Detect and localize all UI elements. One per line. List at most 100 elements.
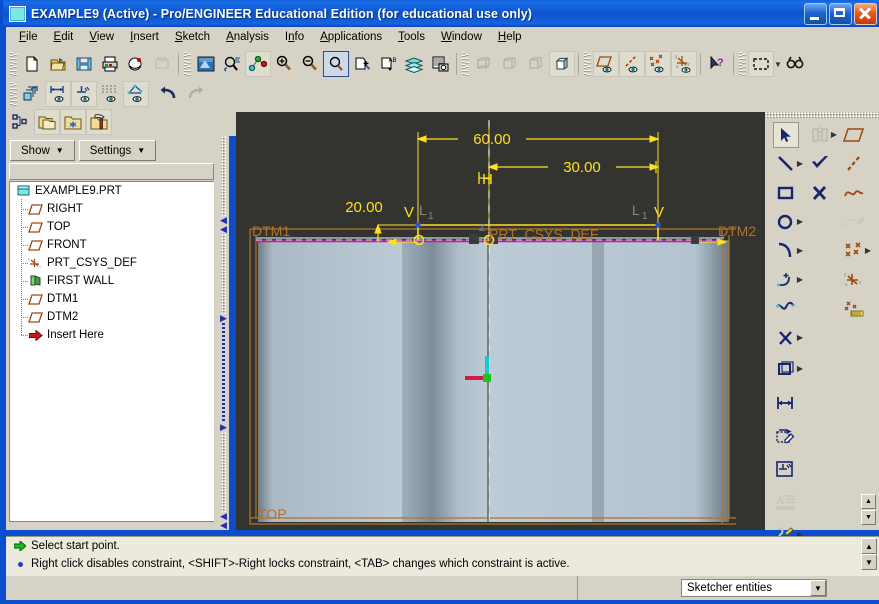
drag-center-icon[interactable] xyxy=(245,51,271,77)
scroll-down-button[interactable]: ▼ xyxy=(861,510,876,525)
chevron-left-icon[interactable]: ◀ xyxy=(220,521,227,530)
tree-item-dtm1[interactable]: DTM1 xyxy=(10,290,214,308)
toolbar-grip[interactable] xyxy=(739,52,746,76)
hidden-line-icon[interactable] xyxy=(497,51,523,77)
zoom-out-icon[interactable] xyxy=(297,51,323,77)
print-preview-icon[interactable] xyxy=(149,51,175,77)
tree-item-insert-here[interactable]: Insert Here xyxy=(10,326,214,344)
shaded-icon[interactable] xyxy=(549,51,575,77)
conic-tool-icon[interactable] xyxy=(773,296,799,322)
layers-icon[interactable] xyxy=(401,51,427,77)
zoom-in-icon[interactable] xyxy=(271,51,297,77)
datum-plane-display-icon[interactable] xyxy=(593,51,619,77)
toolbar-grip[interactable] xyxy=(184,52,191,76)
select-tool-icon[interactable] xyxy=(773,122,799,148)
chevron-right-icon[interactable]: ▶ xyxy=(220,423,227,432)
toolbar-grip[interactable] xyxy=(462,52,469,76)
constraint-tool-icon[interactable] xyxy=(773,456,799,482)
copy-feature-icon[interactable] xyxy=(34,109,60,135)
model-view[interactable]: 60.00 30.00 20.00 xyxy=(236,112,765,530)
chevron-down-icon[interactable]: ▼ xyxy=(774,51,782,77)
tree-item-top[interactable]: TOP xyxy=(10,218,214,236)
no-hidden-icon[interactable] xyxy=(523,51,549,77)
tree-item-dtm2[interactable]: DTM2 xyxy=(10,308,214,326)
tree-item-example9-prt[interactable]: EXAMPLE9.PRT xyxy=(10,182,214,200)
arc-tool-icon[interactable] xyxy=(773,238,799,264)
line-tool-icon[interactable] xyxy=(773,151,799,177)
sketch-point-dim-icon[interactable] xyxy=(841,296,867,322)
open-file-icon[interactable] xyxy=(45,51,71,77)
spline-tool-icon[interactable] xyxy=(841,180,867,206)
dimension-tool-icon[interactable] xyxy=(773,390,799,416)
menu-item-tools[interactable]: Tools xyxy=(390,29,433,45)
tree-item-front[interactable]: FRONT xyxy=(10,236,214,254)
wireframe-icon[interactable] xyxy=(471,51,497,77)
redo-icon[interactable] xyxy=(182,81,208,107)
build-feature-icon[interactable] xyxy=(86,109,112,135)
show-button[interactable]: Show ▼ xyxy=(10,140,75,161)
message-scroll-up[interactable]: ▲ xyxy=(861,538,877,554)
chevron-left-icon[interactable]: ◀ xyxy=(220,225,227,234)
settings-button[interactable]: Settings ▼ xyxy=(79,140,156,161)
send-mail-icon[interactable] xyxy=(123,51,149,77)
repaint-icon[interactable] xyxy=(193,51,219,77)
use-edge-icon[interactable] xyxy=(841,209,867,235)
feature-tree-icon[interactable] xyxy=(8,109,34,135)
menu-item-view[interactable]: View xyxy=(81,29,122,45)
tree-graphics-splitter[interactable]: ◀ ◀ ▶ ▶ ◀ ◀ xyxy=(218,136,229,530)
close-button[interactable] xyxy=(854,3,877,25)
menu-item-info[interactable]: Info xyxy=(277,29,312,45)
rectangle-tool-icon[interactable] xyxy=(773,180,799,206)
vertex-display-icon[interactable] xyxy=(123,81,149,107)
modify-tool-icon[interactable] xyxy=(773,423,799,449)
centerline-tool-icon[interactable] xyxy=(841,151,867,177)
maximize-button[interactable] xyxy=(829,3,852,25)
constraint-display-icon[interactable] xyxy=(71,81,97,107)
datum-csys-display-icon[interactable]: yxz xyxy=(671,51,697,77)
done-check-icon[interactable] xyxy=(807,151,833,177)
print-icon[interactable] xyxy=(97,51,123,77)
menu-item-edit[interactable]: Edit xyxy=(46,29,82,45)
point-tool-icon[interactable] xyxy=(841,238,867,264)
menu-item-sketch[interactable]: Sketch xyxy=(167,29,218,45)
scroll-up-button[interactable]: ▲ xyxy=(861,494,876,509)
model-player-icon[interactable] xyxy=(427,51,453,77)
create-datum-plane-icon[interactable] xyxy=(841,122,867,148)
trim-tool-icon[interactable] xyxy=(773,325,799,351)
mirror-tool-icon[interactable] xyxy=(807,122,833,148)
menu-item-analysis[interactable]: Analysis xyxy=(218,29,277,45)
menu-item-applications[interactable]: Applications xyxy=(312,29,390,45)
datum-point-display-icon[interactable] xyxy=(645,51,671,77)
saved-views-icon[interactable] xyxy=(349,51,375,77)
menu-item-help[interactable]: Help xyxy=(490,29,530,45)
tree-item-right[interactable]: RIGHT xyxy=(10,200,214,218)
fillet-tool-icon[interactable] xyxy=(773,267,799,293)
refit-icon[interactable] xyxy=(323,51,349,77)
undo-icon[interactable] xyxy=(156,81,182,107)
save-icon[interactable] xyxy=(71,51,97,77)
new-file-icon[interactable] xyxy=(19,51,45,77)
graphics-window[interactable]: 60.00 30.00 20.00 xyxy=(236,112,765,530)
annotate-icon[interactable]: AB xyxy=(375,51,401,77)
minimize-button[interactable] xyxy=(804,3,827,25)
offset-tool-icon[interactable] xyxy=(773,356,799,382)
text-tool-icon[interactable]: A xyxy=(773,489,799,515)
circle-tool-icon[interactable] xyxy=(773,209,799,235)
datum-axis-display-icon[interactable] xyxy=(619,51,645,77)
selection-filter-combo[interactable]: Sketcher entities ▼ xyxy=(681,579,827,597)
grid-display-icon[interactable] xyxy=(97,81,123,107)
splitter-drag-handle[interactable] xyxy=(222,323,225,423)
tree-item-first-wall[interactable]: FIRST WALL xyxy=(10,272,214,290)
find-icon[interactable] xyxy=(782,51,808,77)
toolbar-grip[interactable] xyxy=(10,82,17,106)
selection-filter-icon[interactable] xyxy=(748,51,774,77)
toolbar-grip[interactable] xyxy=(10,52,17,76)
coord-system-tool-icon[interactable]: yxz xyxy=(841,267,867,293)
spin-center-icon[interactable] xyxy=(219,51,245,77)
dimension-display-icon[interactable] xyxy=(45,81,71,107)
menu-item-insert[interactable]: Insert xyxy=(122,29,167,45)
chevron-right-icon[interactable]: ▶ xyxy=(865,246,871,255)
quit-x-icon[interactable] xyxy=(807,180,833,206)
tree-item-prt-csys-def[interactable]: yxPRT_CSYS_DEF xyxy=(10,254,214,272)
menu-item-window[interactable]: Window xyxy=(433,29,490,45)
